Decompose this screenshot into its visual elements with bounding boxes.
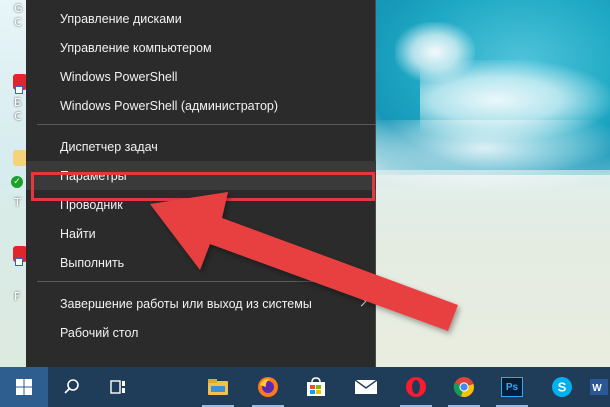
menu-item-shutdown[interactable]: Завершение работы или выход из системы	[26, 289, 376, 318]
taskbar-store-button[interactable]	[294, 367, 338, 407]
menu-item-disk-management[interactable]: Управление дисками	[26, 4, 376, 33]
menu-separator	[37, 281, 376, 282]
menu-item-powershell[interactable]: Windows PowerShell	[26, 62, 376, 91]
menu-item-desktop[interactable]: Рабочий стол	[26, 318, 376, 347]
search-icon	[64, 379, 79, 394]
menu-item-task-manager[interactable]: Диспетчер задач	[26, 132, 376, 161]
task-view-button[interactable]	[96, 367, 140, 407]
taskbar-explorer-button[interactable]	[196, 367, 240, 407]
photoshop-icon: Ps	[501, 377, 523, 397]
menu-item-computer-management[interactable]: Управление компьютером	[26, 33, 376, 62]
chrome-icon	[453, 377, 474, 397]
wallpaper-sand	[376, 170, 610, 367]
taskbar-firefox-button[interactable]	[246, 367, 290, 407]
svg-text:W: W	[592, 383, 602, 394]
menu-item-label: Диспетчер задач	[60, 139, 158, 154]
menu-item-search[interactable]: Найти	[26, 219, 376, 248]
photoshop-icon-label: Ps	[505, 381, 519, 393]
menu-item-powershell-admin[interactable]: Windows PowerShell (администратор)	[26, 91, 376, 120]
wallpaper-foam	[360, 120, 610, 190]
taskbar-opera-button[interactable]	[394, 367, 438, 407]
word-icon: W	[590, 379, 608, 395]
store-icon	[307, 377, 325, 396]
menu-item-label: Windows PowerShell (администратор)	[60, 98, 279, 113]
taskbar-mail-button[interactable]	[344, 367, 388, 407]
opera-icon	[406, 377, 426, 397]
checkmark-badge-icon: ✓	[11, 176, 23, 188]
menu-separator	[37, 124, 376, 125]
file-explorer-icon	[208, 379, 228, 395]
windows-start-icon	[16, 379, 32, 395]
desktop-icon-label-fragment[interactable]: C	[14, 16, 22, 29]
menu-item-label: Управление дисками	[60, 11, 182, 26]
taskbar-word-button[interactable]: W	[586, 367, 610, 407]
taskbar-search-button[interactable]	[50, 367, 94, 407]
taskbar-photoshop-button[interactable]: Ps	[490, 367, 534, 407]
desktop-icons-edge: G C Б C ✓ T F	[0, 0, 27, 367]
desktop-icon-label-fragment[interactable]: Б	[14, 96, 22, 109]
menu-item-label: Выполнить	[60, 255, 125, 270]
svg-text:S: S	[558, 380, 567, 395]
shortcut-arrow-icon	[15, 258, 23, 266]
menu-item-label: Рабочий стол	[60, 325, 139, 340]
desktop-icon-label-fragment[interactable]: F	[14, 290, 20, 303]
menu-item-run[interactable]: Выполнить	[26, 248, 376, 277]
highlight-frame	[31, 172, 375, 201]
menu-item-label: Управление компьютером	[60, 40, 212, 55]
task-view-icon	[110, 380, 125, 394]
chevron-right-icon	[356, 296, 367, 307]
taskbar: Ps S W	[0, 367, 610, 407]
taskbar-skype-button[interactable]: S	[540, 367, 584, 407]
desktop-folder-icon[interactable]	[13, 150, 27, 166]
start-button[interactable]	[0, 367, 48, 407]
desktop-icon-label-fragment[interactable]: C	[14, 110, 22, 123]
menu-item-label: Завершение работы или выход из системы	[60, 296, 312, 311]
desktop-icon-label-fragment[interactable]: G	[14, 2, 23, 15]
menu-item-label: Windows PowerShell	[60, 69, 178, 84]
menu-item-label: Найти	[60, 226, 96, 241]
shortcut-arrow-icon	[15, 86, 23, 94]
mail-icon	[354, 379, 378, 394]
firefox-icon	[258, 377, 278, 397]
skype-icon: S	[552, 377, 572, 397]
desktop-icon-label-fragment[interactable]: T	[14, 196, 21, 209]
taskbar-chrome-button[interactable]	[442, 367, 486, 407]
